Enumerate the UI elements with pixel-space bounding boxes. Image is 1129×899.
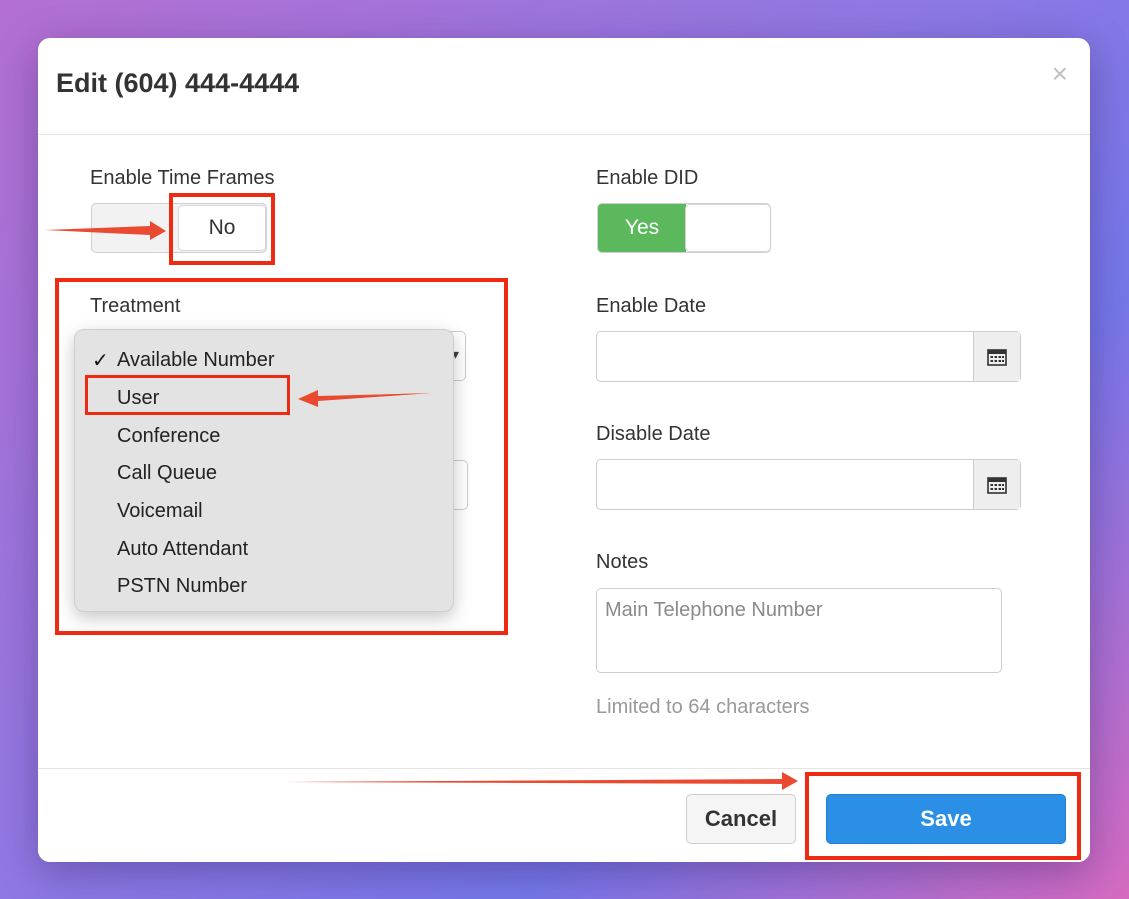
disable-date-field[interactable]: [596, 459, 1021, 510]
annotation-box-treatment: [55, 278, 508, 635]
enable-time-frames-label: Enable Time Frames: [90, 167, 275, 189]
notes-textarea[interactable]: Main Telephone Number: [596, 588, 1002, 673]
enable-did-toggle-on: Yes: [598, 204, 686, 252]
annotation-box-save: [805, 772, 1081, 860]
calendar-icon: [987, 348, 1007, 366]
modal-header: Edit (604) 444-4444 ×: [38, 38, 1090, 135]
disable-date-label: Disable Date: [596, 423, 711, 445]
enable-did-toggle-knob: [685, 204, 770, 252]
enable-date-field[interactable]: [596, 331, 1021, 382]
notes-help-text: Limited to 64 characters: [596, 696, 810, 718]
close-icon[interactable]: ×: [1052, 60, 1068, 88]
enable-did-toggle[interactable]: Yes: [597, 203, 771, 253]
modal-title: Edit (604) 444-4444: [56, 68, 300, 98]
cancel-button[interactable]: Cancel: [686, 794, 796, 844]
enable-date-calendar-button[interactable]: [973, 332, 1020, 381]
annotation-box-user-option: [85, 375, 290, 415]
enable-did-label: Enable DID: [596, 167, 699, 189]
disable-date-calendar-button[interactable]: [973, 460, 1020, 509]
enable-date-label: Enable Date: [596, 295, 707, 317]
annotation-box-no-toggle: [169, 193, 275, 265]
calendar-icon: [987, 476, 1007, 494]
notes-label: Notes: [596, 551, 649, 573]
